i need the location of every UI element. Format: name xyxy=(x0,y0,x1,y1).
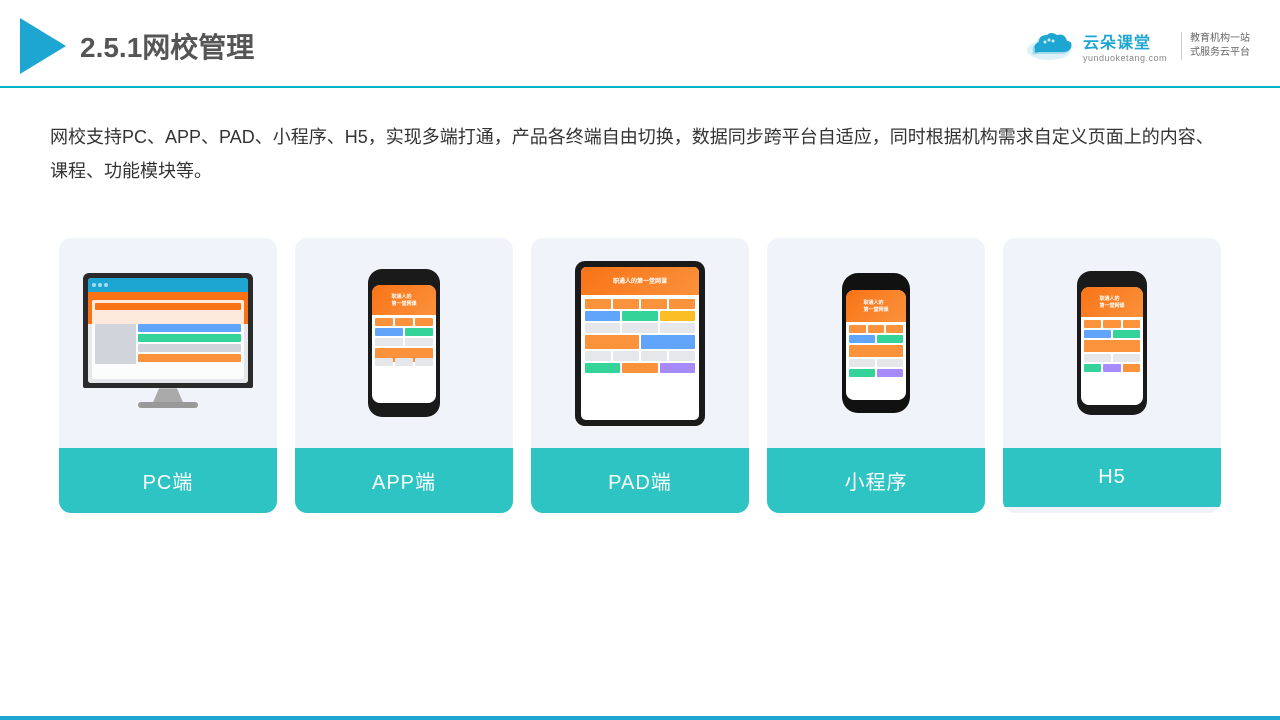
page-title: 2.5.1网校管理 xyxy=(80,26,254,66)
card-mini-image: 职通人的第一堂网课 xyxy=(767,238,985,448)
card-app-image: 职通人的第一堂网课 xyxy=(295,238,513,448)
card-h5-image: 职通人的第一堂网课 xyxy=(1003,238,1221,448)
card-pad-label: PAD端 xyxy=(531,448,749,513)
phone-h5-icon: 职通人的第一堂网课 xyxy=(1077,271,1147,415)
card-app-label: APP端 xyxy=(295,448,513,513)
card-h5: 职通人的第一堂网课 xyxy=(1003,238,1221,513)
logo-name: 云朵课堂 xyxy=(1083,29,1151,53)
card-pc: PC端 xyxy=(59,238,277,513)
pc-monitor-icon xyxy=(83,273,253,413)
tablet-pad-icon: 职通人的第一堂网课 xyxy=(575,261,705,426)
cards-container: PC端 职通人的第一堂网课 xyxy=(0,218,1280,543)
cloud-logo-icon xyxy=(1023,28,1075,64)
title-main: 网校管理 xyxy=(142,32,254,63)
card-mini: 职通人的第一堂网课 xyxy=(767,238,985,513)
title-prefix: 2.5.1 xyxy=(80,32,142,63)
card-pc-label: PC端 xyxy=(59,448,277,513)
card-app: 职通人的第一堂网课 xyxy=(295,238,513,513)
bottom-accent-bar xyxy=(0,716,1280,720)
header: 2.5.1网校管理 云朵课堂 yunduoketang.com 教育机构一站式服… xyxy=(0,0,1280,88)
play-icon xyxy=(20,18,66,74)
card-pad-image: 职通人的第一堂网课 xyxy=(531,238,749,448)
description-content: 网校支持PC、APP、PAD、小程序、H5，实现多端打通，产品各终端自由切换，数… xyxy=(50,120,1230,188)
logo-text: 云朵课堂 yunduoketang.com xyxy=(1083,29,1167,63)
logo-url: yunduoketang.com xyxy=(1083,53,1167,63)
card-pad: 职通人的第一堂网课 xyxy=(531,238,749,513)
description-text: 网校支持PC、APP、PAD、小程序、H5，实现多端打通，产品各终端自由切换，数… xyxy=(0,88,1280,208)
card-mini-label: 小程序 xyxy=(767,448,985,513)
header-left: 2.5.1网校管理 xyxy=(20,18,254,74)
card-h5-label: H5 xyxy=(1003,448,1221,507)
logo-area: 云朵课堂 yunduoketang.com 教育机构一站式服务云平台 xyxy=(1023,28,1250,64)
phone-mini-icon: 职通人的第一堂网课 xyxy=(842,273,910,413)
phone-app-icon: 职通人的第一堂网课 xyxy=(368,269,440,417)
logo-slogan: 教育机构一站式服务云平台 xyxy=(1181,32,1250,60)
card-pc-image xyxy=(59,238,277,448)
